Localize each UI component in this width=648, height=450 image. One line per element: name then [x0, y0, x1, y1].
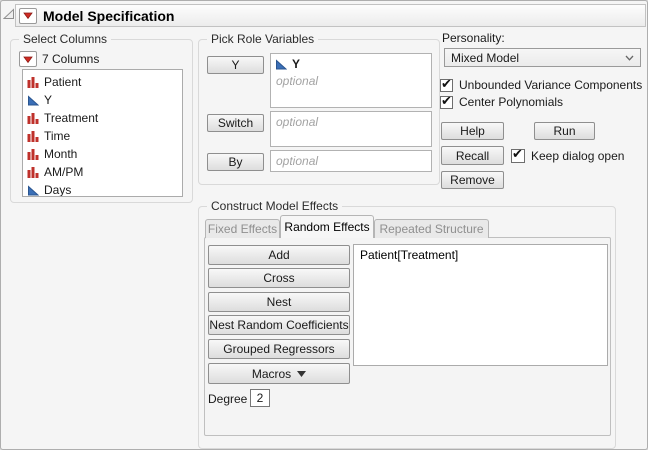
checkbox-box[interactable]: ✔ — [440, 79, 453, 92]
columns-listbox[interactable]: Patient Y Treatment Time Month AM/PM — [22, 69, 183, 197]
nominal-icon — [27, 112, 39, 124]
continuous-icon — [27, 184, 39, 196]
grouped-regressors-button[interactable]: Grouped Regressors — [208, 339, 350, 359]
help-button[interactable]: Help — [441, 122, 504, 140]
columns-count-label: 7 Columns — [42, 52, 99, 66]
pick-role-variables-group: Pick Role Variables Y Y optional Switch … — [198, 39, 440, 185]
effects-listbox[interactable]: Patient[Treatment] — [353, 244, 608, 366]
nominal-icon — [27, 148, 39, 160]
nominal-icon — [27, 76, 39, 88]
model-specification-window: Model Specification Select Columns 7 Col… — [0, 0, 648, 450]
nominal-icon — [27, 130, 39, 142]
by-role-button[interactable]: By — [207, 153, 264, 171]
nest-button[interactable]: Nest — [208, 292, 350, 312]
nominal-icon — [27, 166, 39, 178]
checkbox-box[interactable]: ✔ — [440, 96, 453, 109]
outline-title-bar: Model Specification — [15, 4, 646, 27]
continuous-icon — [275, 58, 287, 70]
tab-fixed-effects[interactable]: Fixed Effects — [205, 219, 280, 238]
pick-role-variables-label: Pick Role Variables — [207, 32, 318, 46]
keep-dialog-open-checkbox[interactable]: ✔ Keep dialog open — [511, 149, 624, 163]
checkmark-icon: ✔ — [512, 147, 523, 160]
column-item[interactable]: Month — [23, 144, 182, 162]
add-button[interactable]: Add — [208, 245, 350, 265]
column-item[interactable]: Time — [23, 126, 182, 144]
y-role-dropzone[interactable]: Y optional — [270, 53, 432, 108]
tab-repeated-structure[interactable]: Repeated Structure — [374, 219, 489, 238]
select-columns-group: Select Columns 7 Columns Patient Y Treat… — [10, 39, 193, 203]
dock-triangle-icon[interactable] — [3, 8, 15, 20]
personality-dropdown[interactable]: Mixed Model — [444, 48, 641, 67]
switch-role-dropzone[interactable]: optional — [270, 111, 432, 147]
cross-button[interactable]: Cross — [208, 268, 350, 288]
macros-label: Macros — [252, 367, 291, 381]
switch-optional-placeholder: optional — [271, 112, 431, 129]
tab-random-effects[interactable]: Random Effects — [280, 215, 374, 238]
continuous-icon — [27, 94, 39, 106]
by-role-dropzone[interactable]: optional — [270, 150, 432, 172]
checkmark-icon: ✔ — [441, 77, 452, 90]
select-columns-label: Select Columns — [19, 32, 111, 46]
run-button[interactable]: Run — [534, 122, 595, 140]
y-optional-placeholder: optional — [271, 71, 431, 88]
columns-header: 7 Columns — [19, 51, 99, 67]
checkbox-label: Keep dialog open — [531, 149, 624, 163]
degree-input[interactable]: 2 — [250, 389, 270, 407]
columns-red-triangle-button[interactable] — [19, 51, 37, 67]
red-triangle-menu-button[interactable] — [19, 8, 37, 24]
unbounded-variance-checkbox[interactable]: ✔ Unbounded Variance Components — [440, 78, 642, 92]
chevron-down-icon — [625, 55, 634, 61]
by-optional-placeholder: optional — [271, 151, 431, 168]
column-item[interactable]: Days — [23, 180, 182, 197]
nest-random-coefficients-button[interactable]: Nest Random Coefficients — [208, 315, 350, 335]
macros-button[interactable]: Macros — [208, 363, 350, 384]
remove-button[interactable]: Remove — [441, 171, 504, 189]
checkbox-label: Unbounded Variance Components — [459, 78, 642, 92]
construct-model-effects-label: Construct Model Effects — [207, 199, 342, 213]
degree-label: Degree — [208, 392, 247, 406]
switch-role-button[interactable]: Switch — [207, 114, 264, 132]
column-item[interactable]: AM/PM — [23, 162, 182, 180]
column-item[interactable]: Treatment — [23, 108, 182, 126]
checkmark-icon: ✔ — [441, 94, 452, 107]
column-item[interactable]: Y — [23, 90, 182, 108]
checkbox-box[interactable]: ✔ — [511, 149, 525, 163]
dropdown-arrow-icon — [297, 371, 306, 377]
y-role-button[interactable]: Y — [207, 56, 264, 74]
page-title: Model Specification — [43, 8, 174, 24]
y-role-item[interactable]: Y — [271, 54, 431, 71]
column-item[interactable]: Patient — [23, 72, 182, 90]
personality-label: Personality: — [442, 31, 505, 45]
recall-button[interactable]: Recall — [441, 146, 504, 165]
effect-entry[interactable]: Patient[Treatment] — [354, 245, 607, 265]
checkbox-label: Center Polynomials — [459, 95, 563, 109]
personality-selected-value: Mixed Model — [451, 51, 625, 65]
center-polynomials-checkbox[interactable]: ✔ Center Polynomials — [440, 95, 563, 109]
